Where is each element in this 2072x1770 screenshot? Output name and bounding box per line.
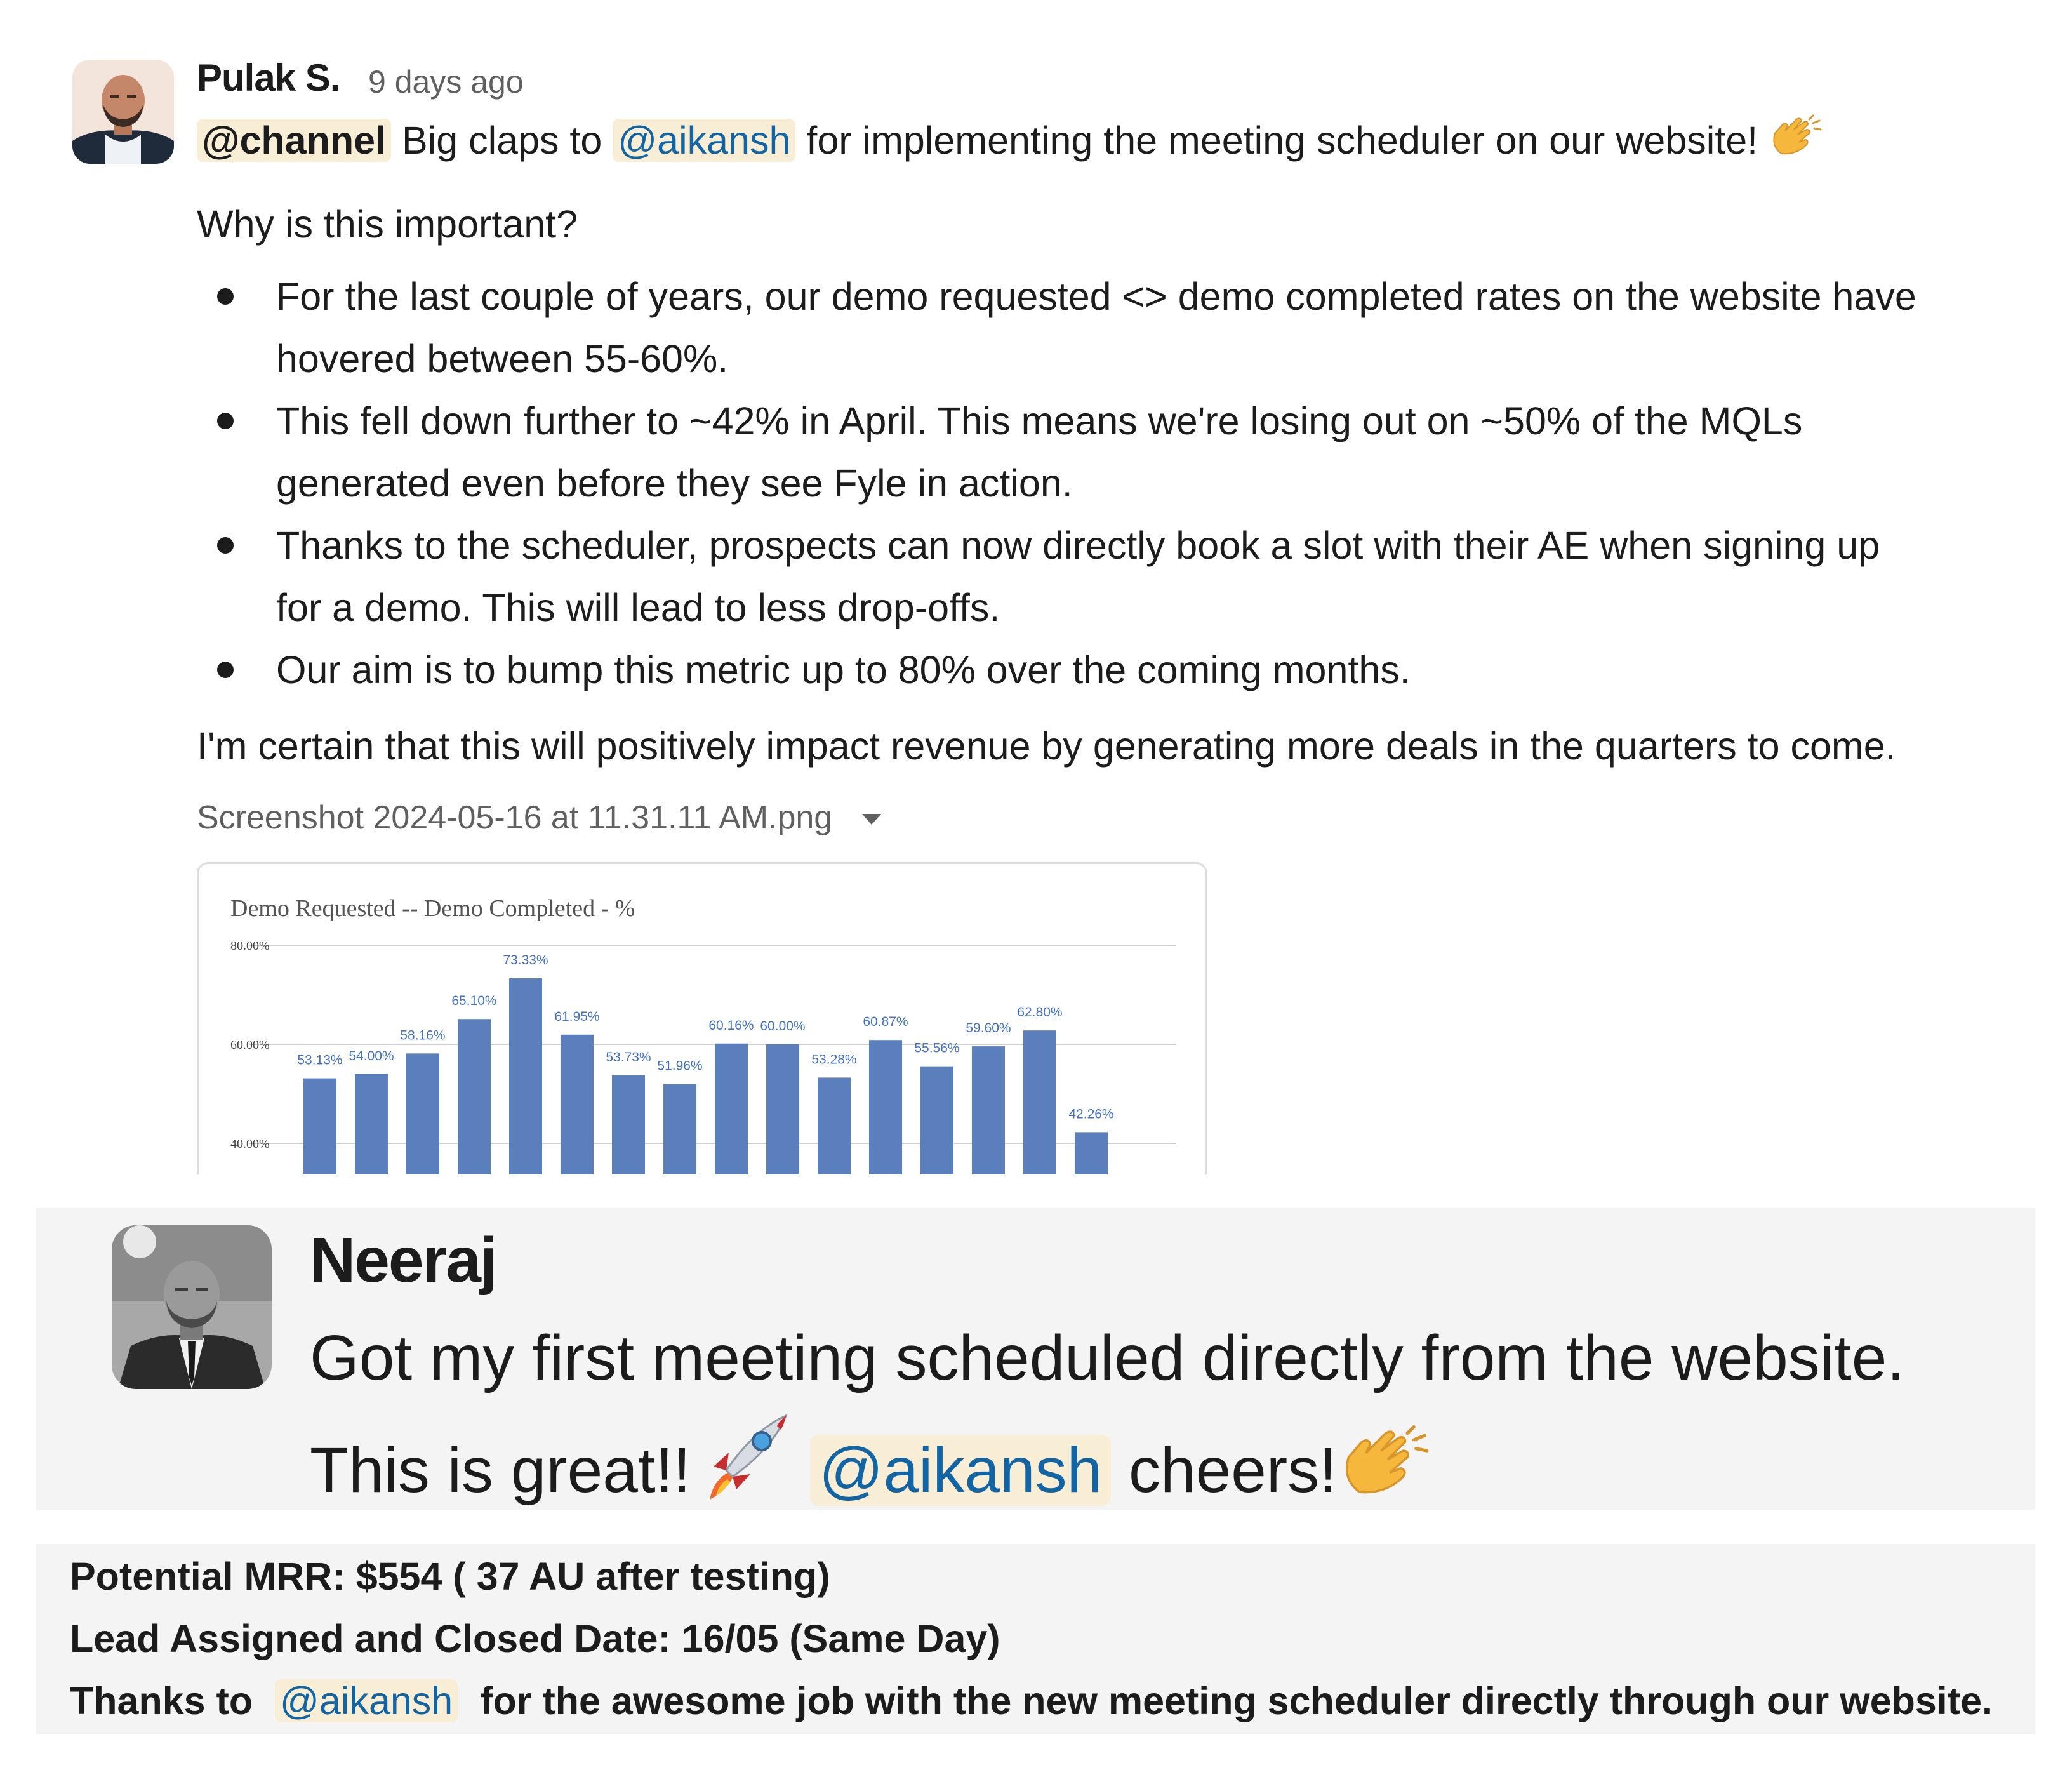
bar-data-label: 62.80% [1017,1005,1062,1020]
user-mention[interactable]: @aikansh [275,1679,458,1722]
y-tick-label: 40.00% [230,1137,270,1151]
bar-data-label: 54.00% [349,1049,394,1063]
file-attachment-name[interactable]: Screenshot 2024-05-16 at 11.31.11 AM.png [197,799,881,837]
chart-bar [509,978,542,1174]
bullet-dot [217,537,234,554]
chart-bar [869,1040,902,1174]
bar-data-label: 65.10% [451,994,496,1008]
channel-mention[interactable]: @channel [197,119,391,162]
bar-data-label: 51.96% [657,1059,702,1074]
chart-bar [920,1066,953,1174]
thanks-line: Thanks to @aikansh for the awesome job w… [70,1679,1993,1723]
bullet-dot [217,662,234,678]
bullet-list: For the last couple of years, our demo r… [209,265,2050,701]
avatar[interactable] [72,60,174,164]
bullet-line: This fell down further to ~42% in April.… [276,399,1803,442]
bullet-line: for a demo. This will lead to less drop-… [276,586,1000,629]
bar-data-label: 73.33% [503,953,548,968]
bar-data-label: 60.16% [708,1018,754,1033]
chart-bar [663,1084,696,1174]
bar-data-label: 53.28% [811,1052,856,1067]
chart-bar [972,1046,1005,1174]
chart-bar [458,1019,491,1174]
potential-mrr: Potential MRR: $554 ( 37 AU after testin… [70,1555,830,1598]
bullet-line: hovered between 55-60%. [276,337,729,380]
chart-bar [561,1034,594,1174]
user-mention[interactable]: @aikansh [810,1435,1112,1506]
avatar[interactable] [112,1225,272,1389]
chart-bar [1075,1132,1108,1174]
list-item: Our aim is to bump this metric up to 80%… [209,639,2050,701]
clapping-hands-icon [1769,114,1823,168]
bullet-line: Thanks to the scheduler, prospects can n… [276,524,1880,567]
bar-chart: Demo Requested -- Demo Completed - % 80.… [230,895,1176,1174]
list-item: Thanks to the scheduler, prospects can n… [209,514,2050,639]
message-text-end: cheers! [1129,1435,1337,1506]
thanks-text-end: for the awesome job with the new meeting… [480,1679,1993,1722]
bullet-line: generated even before they see Fyle in a… [276,462,1073,505]
file-attachment-preview[interactable]: Demo Requested -- Demo Completed - % 80.… [197,862,1207,1174]
bullet-dot [217,288,234,305]
chart-bar [715,1043,748,1174]
list-item: For the last couple of years, our demo r… [209,265,2050,390]
thanks-text-start: Thanks to [70,1679,253,1722]
user-mention[interactable]: @aikansh [613,119,796,162]
message-text-line: This is great!! @aikansh cheers! [310,1411,1432,1521]
message-author[interactable]: Pulak S. [197,56,340,100]
bar-data-label: 53.13% [297,1053,342,1068]
chart-bar [355,1074,388,1174]
bar-data-label: 61.95% [554,1009,599,1024]
y-tick-label: 80.00% [230,939,270,953]
message-intro: @channel Big claps to @aikansh for imple… [197,114,1823,168]
file-name-text: Screenshot 2024-05-16 at 11.31.11 AM.png [197,799,833,836]
chart-title: Demo Requested -- Demo Completed - % [230,895,635,922]
intro-text-part2: for implementing the meeting scheduler o… [806,119,1758,162]
bar-data-label: 58.16% [400,1028,445,1042]
message-question: Why is this important? [197,203,578,246]
chevron-down-icon[interactable] [861,814,881,825]
chart-bar [1023,1030,1056,1174]
bullet-dot [217,413,234,429]
chart-bar [818,1077,851,1174]
chart-bar [303,1078,336,1174]
chart-bar [612,1075,645,1174]
bar-data-label: 60.00% [760,1019,805,1034]
message-timestamp[interactable]: 9 days ago [368,63,524,100]
bar-data-label: 55.56% [914,1041,959,1056]
clapping-hands-icon [1337,1425,1432,1516]
message-text-line: Got my first meeting scheduled directly … [310,1322,1905,1394]
bullet-line: Our aim is to bump this metric up to 80%… [276,648,1411,691]
bar-data-label: 60.87% [863,1015,908,1029]
avatar-photo-pulak [72,60,174,164]
y-tick-label: 60.00% [230,1038,270,1052]
bar-data-label: 59.60% [966,1021,1011,1035]
bar-data-label: 42.26% [1068,1107,1113,1121]
message-closing: I'm certain that this will positively im… [197,724,1896,768]
intro-text-part1: Big claps to [401,119,602,162]
bar-data-label: 53.73% [606,1050,651,1065]
rocket-icon [691,1411,792,1521]
list-item: This fell down further to ~42% in April.… [209,390,2050,514]
message-text-start: This is great!! [310,1435,691,1506]
chart-bars: 53.13% 54.00% 58.16% 65.10% 73.33% 61.95% 53.7… [297,953,1114,1174]
bullet-line: For the last couple of years, our demo r… [276,275,1916,318]
chart-bar [766,1044,799,1174]
message-author[interactable]: Neeraj [310,1224,498,1297]
lead-assigned-date: Lead Assigned and Closed Date: 16/05 (Sa… [70,1617,1000,1660]
chart-bar [406,1053,439,1174]
avatar-photo-neeraj [112,1225,272,1389]
